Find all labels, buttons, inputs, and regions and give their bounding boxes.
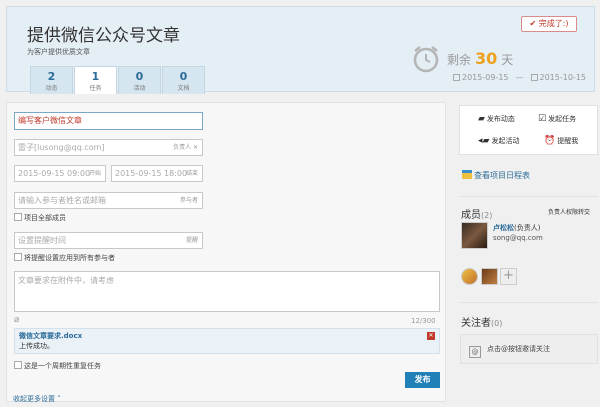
divider (459, 302, 598, 303)
at-icon: @ (469, 346, 481, 358)
checkbox-icon (14, 213, 22, 221)
publish-button[interactable]: 发布 (405, 372, 440, 388)
tab-events[interactable]: 0 活动 (118, 66, 161, 94)
paperclip-icon[interactable]: ⌀ (14, 315, 19, 325)
page-title: 提供微信公众号文章 (27, 26, 180, 46)
tab-tasks[interactable]: 1 任务 (74, 66, 117, 94)
tab-activity[interactable]: 2 动态 (30, 66, 73, 94)
owner-field[interactable]: 雷子[lusong@qq.com] 负责人 ✕ (14, 139, 203, 156)
member-name[interactable]: 卢松松(负责人) (493, 223, 540, 233)
start-time-field[interactable]: 2015-09-15 09:00 开始 (14, 165, 106, 182)
reminder-input[interactable]: 设置提醒时间 提醒 (14, 232, 203, 249)
add-member-icon[interactable]: + (500, 268, 517, 285)
avatar[interactable] (461, 222, 488, 249)
quick-actions: ▰ 发布动态 ☑ 发起任务 ◂▰ 发起活动 ⏰ 提醒我 (459, 105, 598, 155)
post-icon: ▰ (478, 114, 485, 124)
members-heading: 成员(2) (461, 210, 493, 221)
attachment-item: 微信文章要求.docx 上传成功。 ✕ (14, 328, 440, 354)
avatar[interactable] (481, 268, 498, 285)
member-email: song@qq.com (493, 234, 543, 242)
page-subtitle: 为客户提供优质文章 (27, 48, 90, 56)
remaining-days: 剩余 30 天 (447, 49, 514, 68)
calendar-icon (462, 170, 472, 179)
end-date: 2015-10-15 (539, 73, 587, 82)
complete-button[interactable]: ✔ 完成了:) (521, 16, 577, 32)
project-header: 提供微信公众号文章 为客户提供优质文章 ✔ 完成了:) 剩余 30 天 2015-0… (6, 6, 595, 94)
calendar-icon (530, 74, 538, 81)
remind-me-action[interactable]: ⏰ 提醒我 (544, 136, 578, 146)
create-event-action[interactable]: ◂▰ 发起活动 (478, 136, 519, 146)
alarm-icon: ⏰ (544, 136, 556, 146)
repeat-task-checkbox[interactable]: 这是一个周期性重复任务 (14, 361, 101, 371)
event-icon: ◂▰ (478, 136, 490, 146)
calendar-icon (453, 74, 460, 81)
upload-status: 上传成功。 (19, 342, 54, 350)
alarm-clock-icon (413, 46, 439, 73)
char-counter: 12/300 (411, 317, 436, 325)
description-textarea[interactable]: 文章要求在附件中，请考虑 (14, 271, 440, 312)
checkbox-icon (14, 361, 22, 369)
post-update-action[interactable]: ▰ 发布动态 (478, 114, 515, 124)
transfer-ownership-link[interactable]: 负责人权限转交 (548, 207, 590, 216)
owner-suffix[interactable]: 负责人 ✕ (173, 140, 198, 155)
end-time-field[interactable]: 2015-09-15 18:00 结束 (111, 165, 203, 182)
create-task-action[interactable]: ☑ 发起任务 (538, 114, 576, 124)
date-range: 2015-09-15—2015-10-15 (453, 73, 586, 82)
task-icon: ☑ (538, 114, 547, 124)
project-tabs: 2 动态 1 任务 0 活动 0 文档 (30, 66, 206, 94)
all-members-checkbox[interactable]: 项目全部成员 (14, 213, 66, 223)
apply-reminder-checkbox[interactable]: 将提醒设置应用到所有参与者 (14, 253, 115, 263)
collapse-settings-link[interactable]: 收起更多设置 ˄ (13, 394, 61, 404)
checkbox-icon (14, 253, 22, 261)
schedule-link[interactable]: 查看项目日程表 (462, 170, 530, 181)
remove-attachment-icon[interactable]: ✕ (427, 332, 435, 340)
avatar[interactable] (461, 268, 478, 285)
remaining-days-count: 30 (475, 49, 498, 68)
task-form: 编写客户微信文章 雷子[lusong@qq.com] 负责人 ✕ 2015-09… (6, 102, 446, 404)
participants-input[interactable]: 请输入参与者姓名或邮箱 参与者 (14, 192, 203, 209)
attachment-name[interactable]: 微信文章要求.docx (19, 331, 435, 341)
invite-followers-box[interactable]: @ 点击@按钮邀请关注 (460, 334, 598, 364)
start-date: 2015-09-15 (462, 73, 509, 82)
tab-documents[interactable]: 0 文档 (162, 66, 205, 94)
divider (459, 196, 598, 197)
followers-heading: 关注者(0) (461, 318, 503, 329)
task-title-input[interactable]: 编写客户微信文章 (14, 112, 203, 130)
